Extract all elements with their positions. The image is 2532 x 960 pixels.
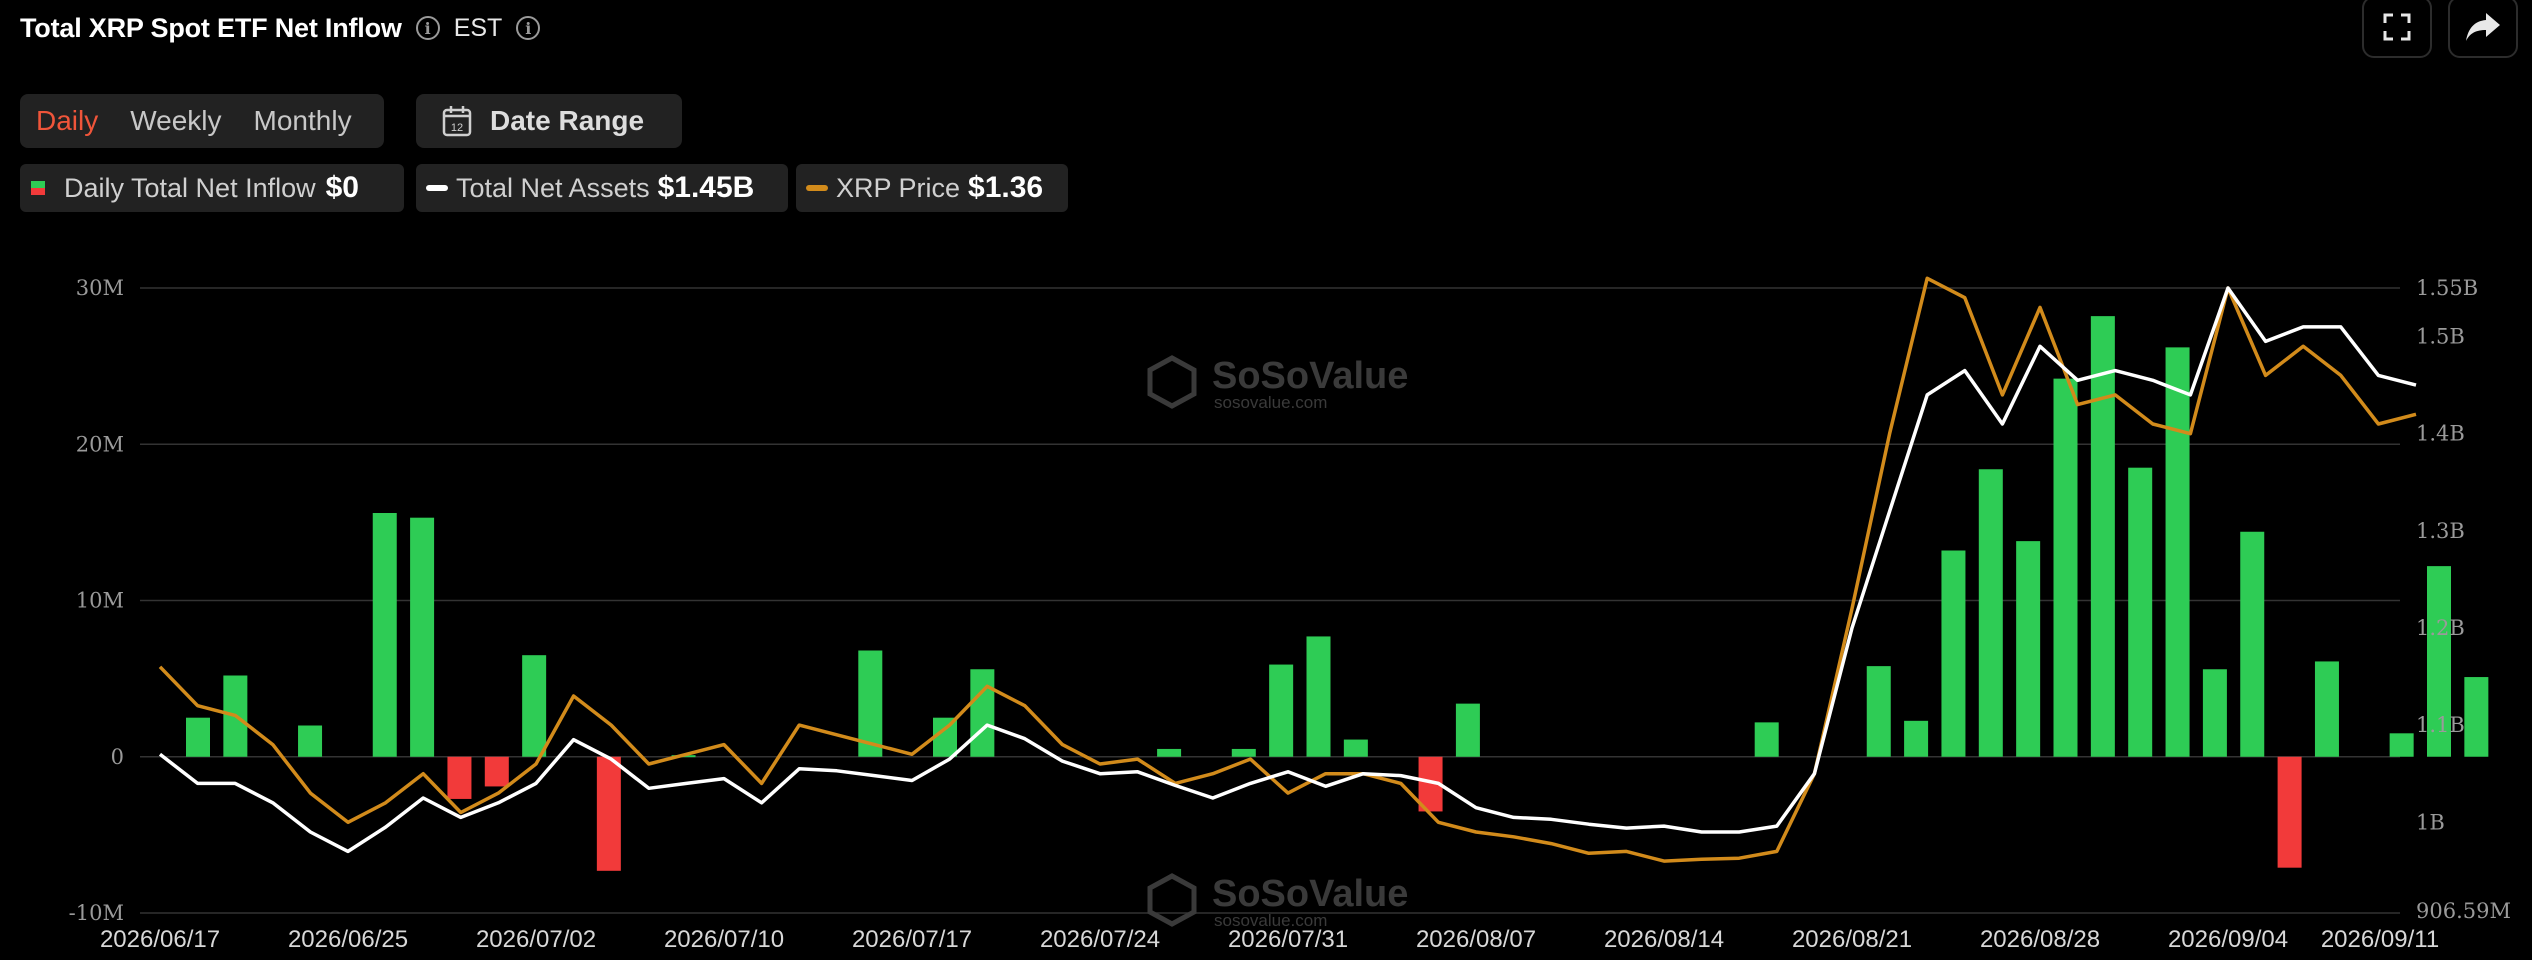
inflow-bar — [2053, 378, 2078, 757]
y-left-tick-label: 30M — [76, 276, 124, 300]
inflow-bar — [2090, 316, 2115, 757]
y-right-tick-label: 1.3B — [2416, 519, 2465, 543]
x-tick-label: 2026/09/04 — [2168, 926, 2288, 953]
y-right-tick-label: 1.55B — [2416, 276, 2478, 300]
inflow-bar — [1343, 739, 1368, 757]
inflow-bar — [1754, 722, 1779, 757]
y-right-tick-label: 1.1B — [2416, 713, 2465, 737]
inflow-bar — [1866, 666, 1891, 757]
inflow-bar — [1941, 550, 1966, 757]
watermark-brand-2: SoSoValue — [1212, 873, 1408, 915]
inflow-bar — [1306, 636, 1331, 757]
watermark-bottom: SoSoValue sosovalue.com — [1147, 873, 1408, 930]
sosovalue-logo-icon-2 — [1147, 873, 1197, 927]
y-axis-left: 30M 20M 10M 0 -10M — [69, 276, 124, 925]
net-inflow-chart[interactable]: SoSoValue sosovalue.com SoSoValue sosova… — [0, 0, 2532, 960]
inflow-bar — [484, 756, 509, 787]
inflow-bar — [2314, 661, 2339, 757]
inflow-bar — [1455, 703, 1480, 757]
watermark-top: SoSoValue sosovalue.com — [1147, 355, 1408, 412]
sosovalue-logo-icon — [1147, 355, 1197, 409]
inflow-bar — [1157, 748, 1182, 757]
inflow-bar — [447, 756, 472, 799]
inflow-bar — [1231, 748, 1256, 757]
inflow-bar — [298, 725, 323, 757]
y-left-tick-label: 20M — [76, 432, 124, 456]
x-tick-label: 2026/07/10 — [664, 926, 784, 953]
x-tick-label: 2026/08/07 — [1416, 926, 1536, 953]
x-tick-label: 2026/08/14 — [1604, 926, 1724, 953]
inflow-bar — [596, 756, 621, 871]
x-axis: 2026/06/17 2026/06/25 2026/07/02 2026/07/10… — [100, 926, 2439, 953]
inflow-bar — [2240, 531, 2265, 757]
watermark-brand: SoSoValue — [1212, 355, 1408, 397]
inflow-bar — [2128, 467, 2153, 757]
inflow-bar — [2464, 677, 2489, 757]
y-right-tick-label: 1.5B — [2416, 325, 2465, 349]
inflow-bar — [522, 655, 547, 757]
inflow-bar — [970, 669, 995, 757]
y-right-tick-label: 1.2B — [2416, 616, 2465, 640]
inflow-bar — [372, 513, 397, 757]
y-right-tick-label: 1.4B — [2416, 422, 2465, 446]
inflow-bar — [2165, 347, 2190, 757]
y-left-tick-label: 0 — [111, 745, 124, 769]
watermark-group: SoSoValue sosovalue.com SoSoValue sosova… — [1147, 355, 1408, 930]
x-tick-label: 2026/07/24 — [1040, 926, 1160, 953]
inflow-bar — [186, 717, 210, 757]
x-tick-label: 2026/06/25 — [288, 926, 408, 953]
x-tick-label: 2026/07/02 — [476, 926, 596, 953]
watermark-site: sosovalue.com — [1214, 393, 1327, 412]
inflow-bar — [410, 517, 435, 757]
x-tick-label: 2026/09/11 — [2321, 926, 2439, 953]
y-right-tick-label: 906.59M — [2416, 899, 2511, 923]
x-tick-label: 2026/07/17 — [852, 926, 972, 953]
inflow-bar — [1904, 720, 1929, 757]
inflow-bar — [2202, 669, 2227, 757]
inflow-bar — [2016, 541, 2041, 757]
inflow-bar — [2389, 733, 2414, 757]
inflow-bar — [1978, 469, 2003, 757]
x-tick-label: 2026/08/28 — [1980, 926, 2100, 953]
y-left-tick-label: 10M — [76, 589, 124, 613]
x-tick-label: 2026/06/17 — [100, 926, 220, 953]
inflow-bar — [2277, 756, 2302, 868]
y-left-tick-label: -10M — [69, 901, 124, 925]
y-right-tick-label: 1B — [2416, 810, 2445, 834]
x-tick-label: 2026/07/31 — [1228, 926, 1348, 953]
inflow-bar — [1269, 664, 1294, 757]
x-tick-label: 2026/08/21 — [1792, 926, 1912, 953]
